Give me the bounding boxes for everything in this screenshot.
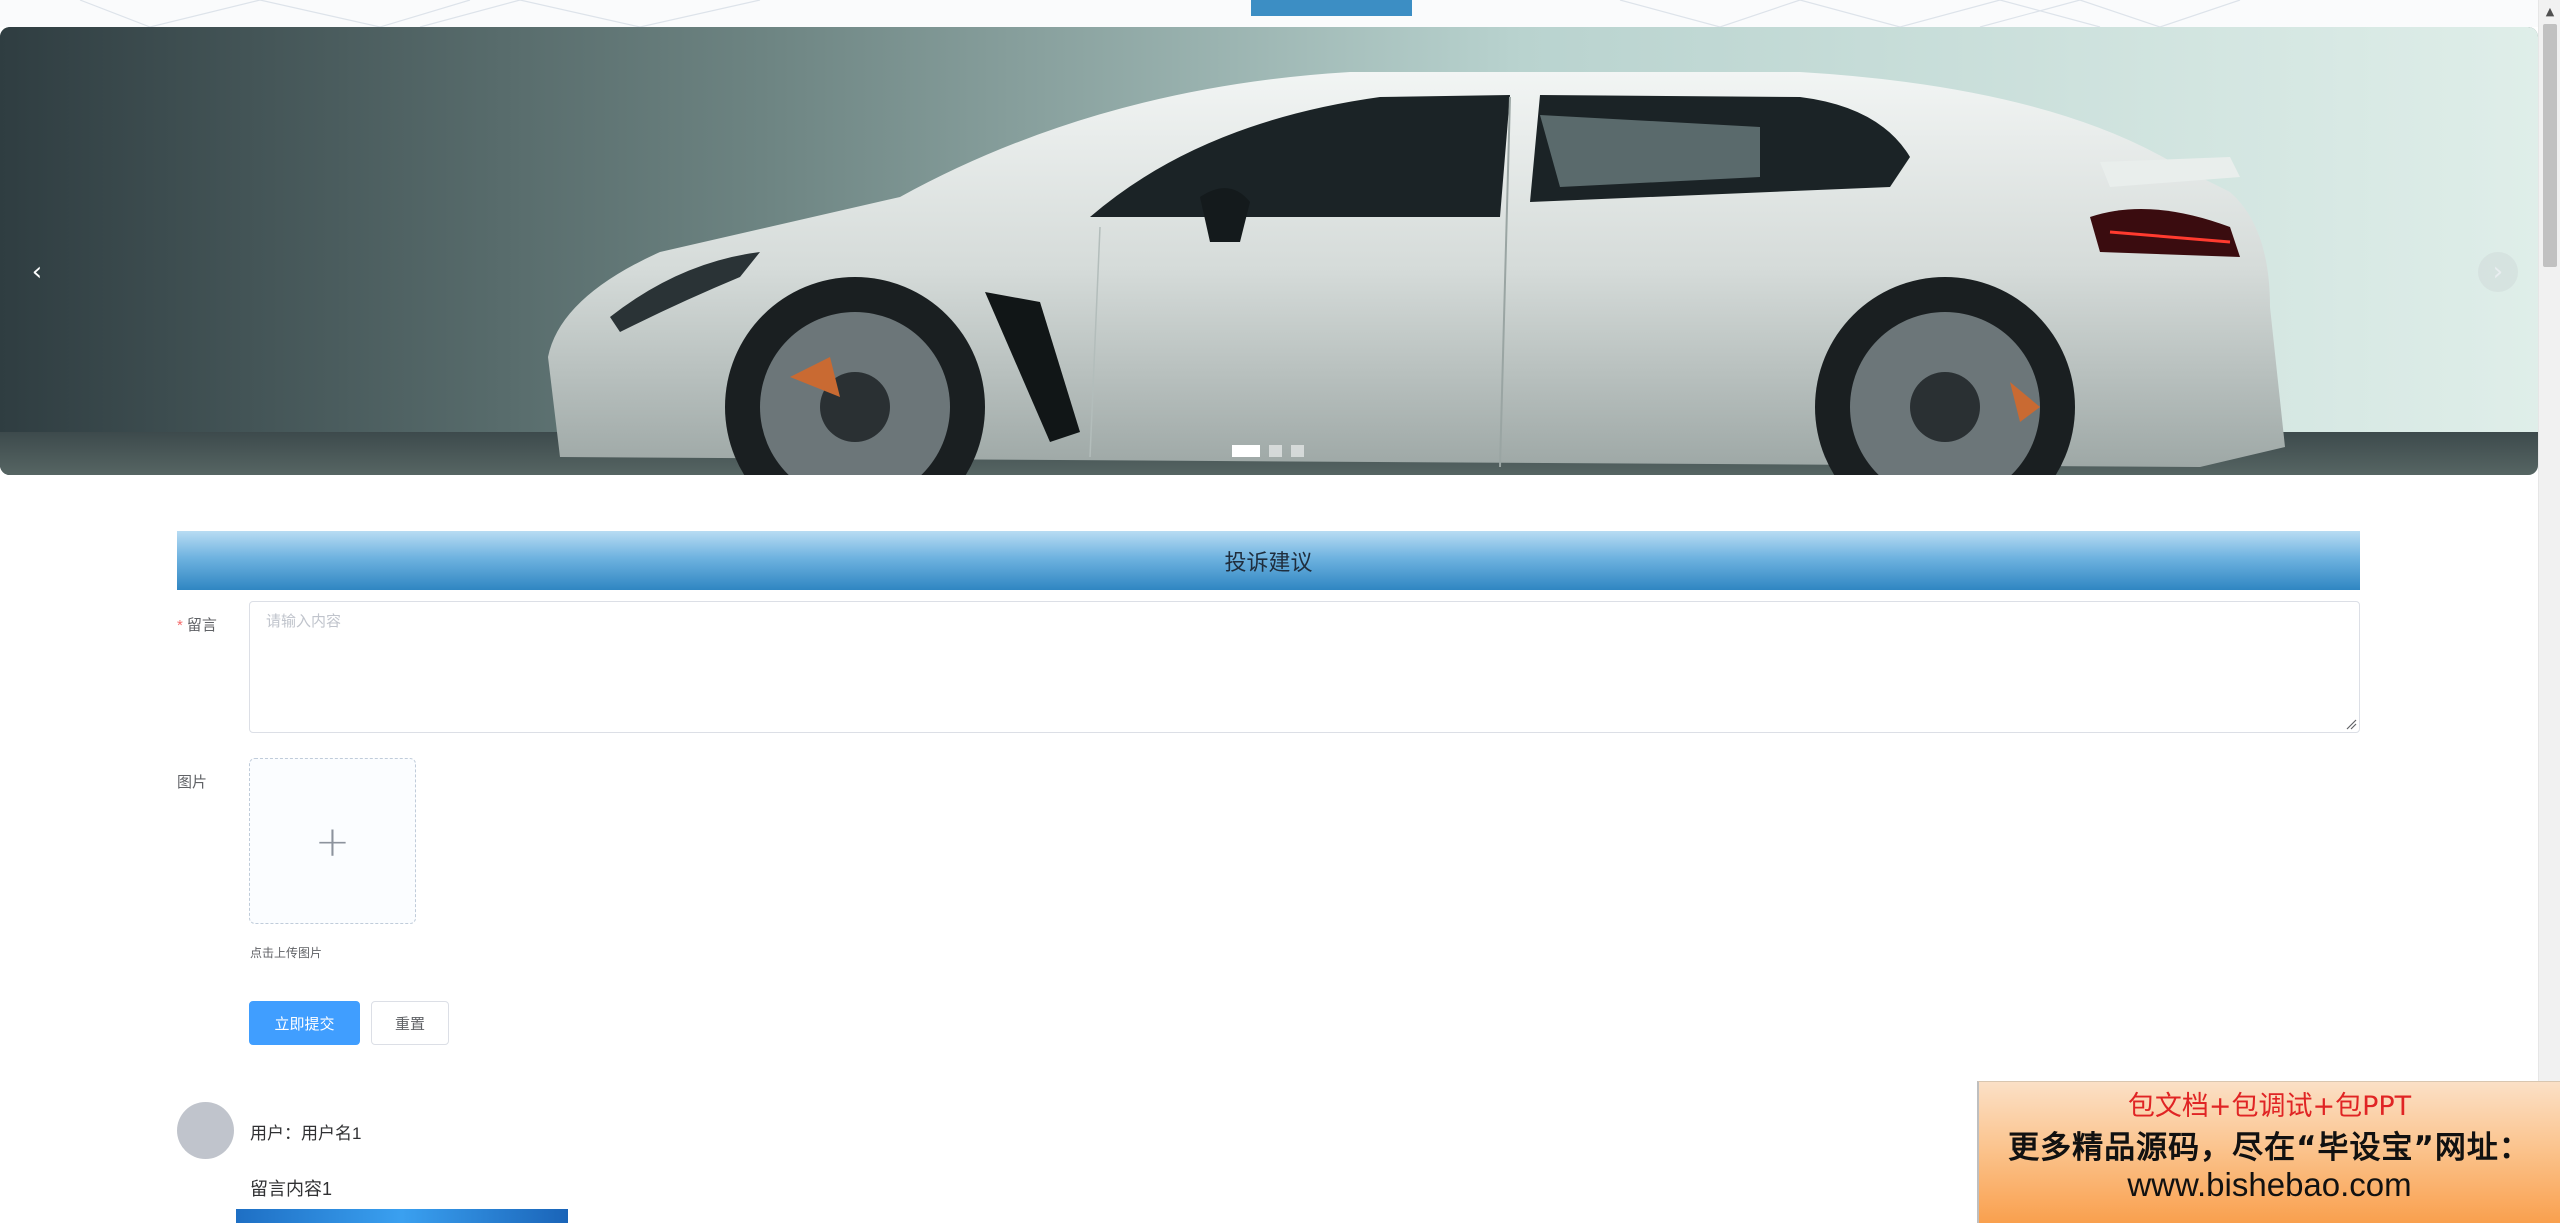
upload-hint: 点击上传图片 [250, 946, 323, 960]
message-label: * 留言 [177, 614, 217, 635]
carousel-next-button[interactable]: › [2478, 252, 2518, 292]
carousel-indicator-2[interactable] [1269, 445, 1282, 457]
comment-image [236, 1209, 568, 1223]
scrollbar-thumb[interactable] [2543, 24, 2557, 267]
carousel-indicators [1232, 445, 1304, 457]
chevron-right-icon: › [2492, 257, 2504, 287]
scroll-up-arrow-icon[interactable]: ▲ [2539, 0, 2560, 22]
carousel-prev-button[interactable]: ‹ [17, 252, 57, 292]
comment-content: 留言内容1 [250, 1179, 333, 1199]
image-carousel[interactable]: ‹ › [0, 27, 2538, 475]
page-scrollbar[interactable]: ▲ [2538, 0, 2560, 1223]
ad-line-slogan: 更多精品源码，尽在“毕设宝”网址： [2008, 1130, 2531, 1166]
message-label-text: 留言 [186, 617, 217, 634]
top-decoration [0, 0, 2538, 27]
active-nav-tab[interactable] [1251, 0, 1412, 16]
ad-line-offer: 包文档+包调试+包PPT [2127, 1091, 2412, 1122]
ad-banner[interactable]: 包文档+包调试+包PPT 更多精品源码，尽在“毕设宝”网址： www.bishe… [1977, 1081, 2560, 1223]
chevron-left-icon: ‹ [31, 257, 43, 287]
submit-button[interactable]: 立即提交 [249, 1001, 360, 1045]
section-title: 投诉建议 [177, 531, 2360, 590]
carousel-indicator-3[interactable] [1291, 445, 1304, 457]
message-textarea[interactable] [249, 601, 2360, 733]
required-mark: * [177, 617, 183, 634]
reset-button[interactable]: 重置 [371, 1001, 449, 1045]
car-slide-image [0, 27, 2538, 475]
ad-line-url[interactable]: www.bishebao.com [1979, 1166, 2560, 1204]
carousel-indicator-1[interactable] [1232, 445, 1260, 457]
image-label: 图片 [177, 774, 208, 791]
comment-username: 用户：用户名1 [250, 1124, 362, 1143]
plus-icon: + [314, 816, 351, 866]
image-upload-button[interactable]: + [249, 758, 416, 924]
avatar [177, 1102, 234, 1159]
resize-grip-icon[interactable] [2345, 718, 2357, 730]
